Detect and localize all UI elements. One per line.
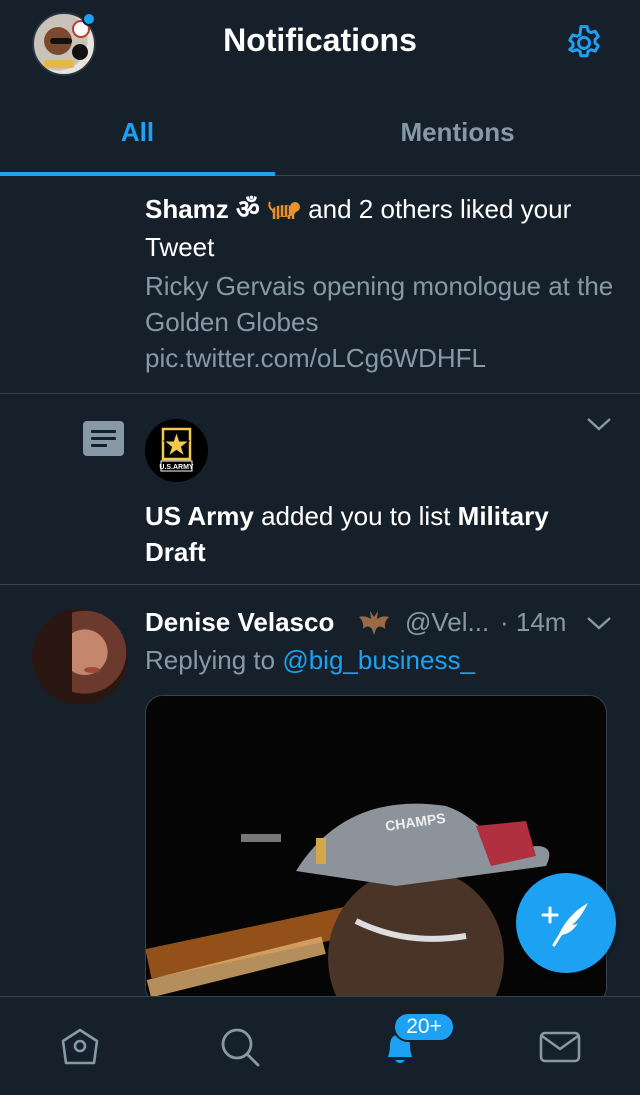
- bottom-navigation: 20+: [0, 996, 640, 1095]
- like-notification-text: Shamz ॐ and 2 others liked your Tweet: [145, 190, 615, 266]
- notification-tabs: All Mentions: [0, 88, 640, 176]
- tab-all-label: All: [120, 116, 155, 147]
- tab-all[interactable]: All: [0, 88, 275, 176]
- list-action-text: added you to list: [253, 501, 458, 531]
- army-avatar-label: U.S.ARMY: [159, 464, 194, 471]
- liked-tweet-text: Ricky Gervais opening monologue at the G…: [145, 271, 614, 373]
- tweet-author-avatar[interactable]: [32, 609, 128, 705]
- search-icon[interactable]: [218, 1025, 262, 1069]
- reply-context: Replying to @big_business_: [145, 643, 475, 677]
- chevron-down-icon[interactable]: [586, 615, 612, 631]
- chevron-down-icon[interactable]: [586, 416, 612, 432]
- like-notification[interactable]: Shamz ॐ and 2 others liked your Tweet Ri…: [0, 176, 640, 394]
- tweet-header: Denise Velasco @Vel... · 14m: [145, 605, 615, 639]
- actor-name: Shamz ॐ: [145, 194, 260, 224]
- messages-icon[interactable]: [538, 1025, 582, 1069]
- reply-prefix: Replying to: [145, 645, 283, 675]
- tab-mentions-label: Mentions: [400, 116, 515, 147]
- home-icon[interactable]: [58, 1025, 102, 1069]
- tiger-icon: [268, 201, 300, 219]
- page-title: Notifications: [223, 22, 417, 58]
- notifications-count-badge: 20+: [393, 1012, 455, 1042]
- compose-tweet-icon: [541, 903, 588, 947]
- tweet-author-handle[interactable]: @Vel...: [405, 605, 489, 639]
- bat-icon: [359, 611, 389, 635]
- list-notification-text: US Army added you to list Military Draft: [145, 498, 615, 570]
- compose-tweet-button[interactable]: [516, 873, 616, 973]
- gear-icon[interactable]: [562, 22, 606, 66]
- header: Notifications: [0, 0, 640, 88]
- reply-mention-link[interactable]: @big_business_: [282, 645, 475, 675]
- list-notification[interactable]: U.S.ARMY US Army added you to list Milit…: [0, 394, 640, 585]
- tweet-timestamp[interactable]: · 14m: [500, 605, 566, 639]
- list-icon: [83, 421, 124, 456]
- tweet-author-name[interactable]: Denise Velasco: [145, 607, 334, 637]
- us-army-avatar[interactable]: U.S.ARMY: [145, 419, 208, 482]
- actor-name: US Army: [145, 501, 254, 531]
- tab-mentions[interactable]: Mentions: [275, 88, 640, 176]
